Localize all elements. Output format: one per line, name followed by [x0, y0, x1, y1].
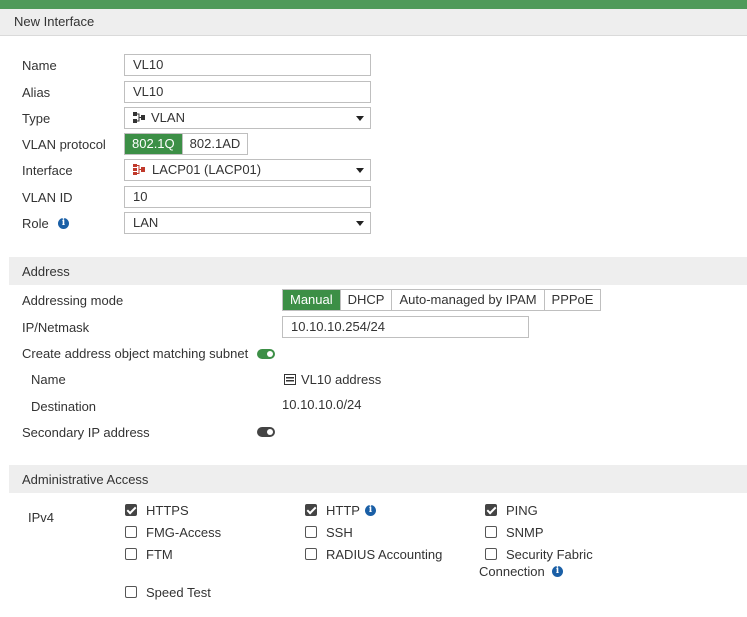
fmg-access-label: FMG-Access	[146, 525, 222, 540]
http-label: HTTP	[326, 503, 360, 518]
alias-label: Alias	[22, 85, 51, 100]
https-checkbox[interactable]	[125, 504, 137, 516]
ping-label: PING	[506, 503, 538, 518]
page-title: New Interface	[14, 14, 95, 29]
vlan-id-label: VLAN ID	[22, 190, 73, 205]
address-section-header	[9, 257, 747, 285]
interface-select[interactable]: LACP01 (LACP01)	[124, 159, 371, 181]
type-value: VLAN	[151, 110, 185, 125]
ftm-checkbox[interactable]	[125, 548, 137, 560]
create-object-label: Create address object matching subnet	[22, 346, 249, 361]
ip-netmask-label: IP/Netmask	[22, 320, 90, 335]
mode-option-manual[interactable]: Manual	[283, 290, 340, 310]
type-select[interactable]: VLAN	[124, 107, 371, 129]
vlan-protocol-option-8021q[interactable]: 802.1Q	[125, 134, 182, 154]
security-fabric-label-line2: Connection	[479, 564, 545, 579]
ip-netmask-input[interactable]	[291, 317, 520, 337]
chevron-down-icon	[356, 221, 364, 226]
role-select[interactable]: LAN	[124, 212, 371, 234]
http-checkbox[interactable]	[305, 504, 317, 516]
vlan-protocol-toggle[interactable]: 802.1Q 802.1AD	[124, 133, 249, 155]
info-icon[interactable]: i	[552, 566, 563, 577]
object-name-label: Name	[31, 372, 66, 387]
fmg-access-checkbox[interactable]	[125, 526, 137, 538]
snmp-label: SNMP	[506, 525, 544, 540]
addressing-mode-toggle[interactable]: Manual DHCP Auto-managed by IPAM PPPoE	[282, 289, 602, 311]
vlan-id-input[interactable]	[133, 187, 362, 207]
chevron-down-icon	[356, 168, 364, 173]
mode-option-pppoe[interactable]: PPPoE	[543, 290, 601, 310]
create-object-toggle[interactable]	[257, 349, 275, 359]
security-fabric-label: Security Fabric	[506, 547, 593, 562]
security-fabric-checkbox[interactable]	[485, 548, 497, 560]
https-label: HTTPS	[146, 503, 189, 518]
interface-label: Interface	[22, 163, 73, 178]
object-name-value: VL10 address	[301, 372, 382, 387]
address-section-title: Address	[22, 264, 70, 279]
vlan-icon	[133, 109, 145, 123]
address-object-icon	[284, 373, 296, 385]
name-label: Name	[22, 58, 57, 73]
speed-test-label: Speed Test	[146, 585, 211, 600]
mode-option-dhcp[interactable]: DHCP	[339, 290, 392, 310]
ftm-label: FTM	[146, 547, 173, 562]
ip-netmask-field[interactable]	[282, 316, 529, 338]
dialog-header: New Interface	[0, 9, 747, 36]
snmp-checkbox[interactable]	[485, 526, 497, 538]
ipv4-label: IPv4	[28, 510, 55, 525]
secondary-ip-label: Secondary IP address	[22, 425, 150, 440]
role-value: LAN	[133, 215, 159, 230]
ssh-label: SSH	[326, 525, 353, 540]
admin-access-section-title: Administrative Access	[22, 472, 149, 487]
speed-test-checkbox[interactable]	[125, 586, 137, 598]
mode-option-ipam[interactable]: Auto-managed by IPAM	[391, 290, 543, 310]
radius-accounting-checkbox[interactable]	[305, 548, 317, 560]
secondary-ip-toggle[interactable]	[257, 427, 275, 437]
name-input[interactable]	[133, 55, 362, 75]
aggregate-interface-icon	[133, 161, 145, 175]
addressing-mode-label: Addressing mode	[22, 293, 124, 308]
ssh-checkbox[interactable]	[305, 526, 317, 538]
role-label: Role	[22, 216, 49, 231]
alias-field[interactable]	[124, 81, 371, 103]
destination-label: Destination	[31, 399, 97, 414]
info-icon[interactable]: i	[58, 218, 69, 229]
ping-checkbox[interactable]	[485, 504, 497, 516]
chevron-down-icon	[356, 116, 364, 121]
type-label: Type	[22, 111, 51, 126]
radius-accounting-label: RADIUS Accounting	[326, 547, 443, 562]
info-icon[interactable]: i	[365, 505, 376, 516]
alias-input[interactable]	[133, 82, 362, 102]
destination-value: 10.10.10.0/24	[282, 397, 362, 412]
top-accent-bar	[0, 0, 747, 9]
vlan-protocol-option-8021ad[interactable]: 802.1AD	[181, 134, 248, 154]
interface-value: LACP01 (LACP01)	[152, 162, 262, 177]
name-field[interactable]	[124, 54, 371, 76]
vlan-protocol-label: VLAN protocol	[22, 137, 106, 152]
vlan-id-field[interactable]	[124, 186, 371, 208]
